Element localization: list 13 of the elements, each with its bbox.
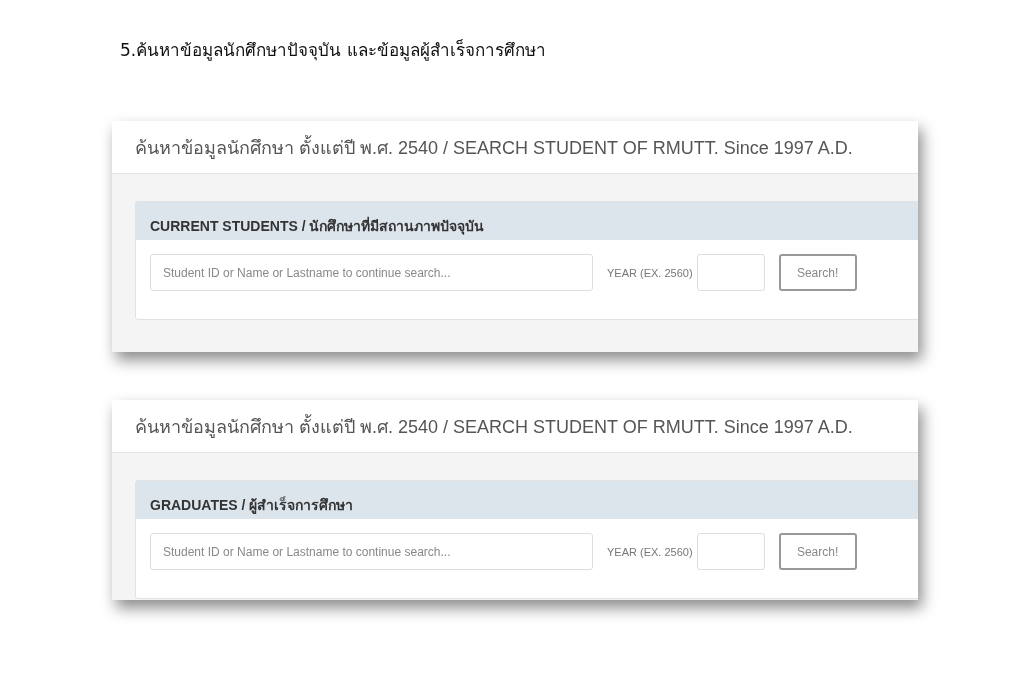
search-button[interactable]: Search! (778, 533, 857, 570)
year-label: YEAR (EX. 2560) (607, 545, 693, 558)
year-field[interactable] (696, 533, 765, 570)
search-field[interactable]: Student ID or Name or Lastname to continue search... (150, 254, 593, 291)
search-button[interactable]: Search! (778, 254, 857, 291)
year-field[interactable] (696, 254, 765, 291)
section-title: CURRENT STUDENTS / นักศึกษาที่มีสถานภาพปัจจุบัน (150, 215, 485, 237)
search-field[interactable]: Student ID or Name or Lastname to continue search... (150, 533, 593, 570)
panel-title: ค้นหาข้อมูลนักศึกษา ตั้งแต่ปี พ.ศ. 2540 / SEARCH STUDENT OF RMUTT. Since 1997 A.D. (135, 134, 853, 161)
page-heading: 5.ค้นหาข้อมูลนักศึกษาปัจจุบัน และข้อมูลผู้สำเร็จการศึกษา (120, 40, 546, 60)
panel-title: ค้นหาข้อมูลนักศึกษา ตั้งแต่ปี พ.ศ. 2540 / SEARCH STUDENT OF RMUTT. Since 1997 A.D. (135, 413, 853, 440)
section-title: GRADUATES / ผู้สำเร็จการศึกษา (150, 495, 354, 516)
year-label: YEAR (EX. 2560) (607, 266, 693, 279)
